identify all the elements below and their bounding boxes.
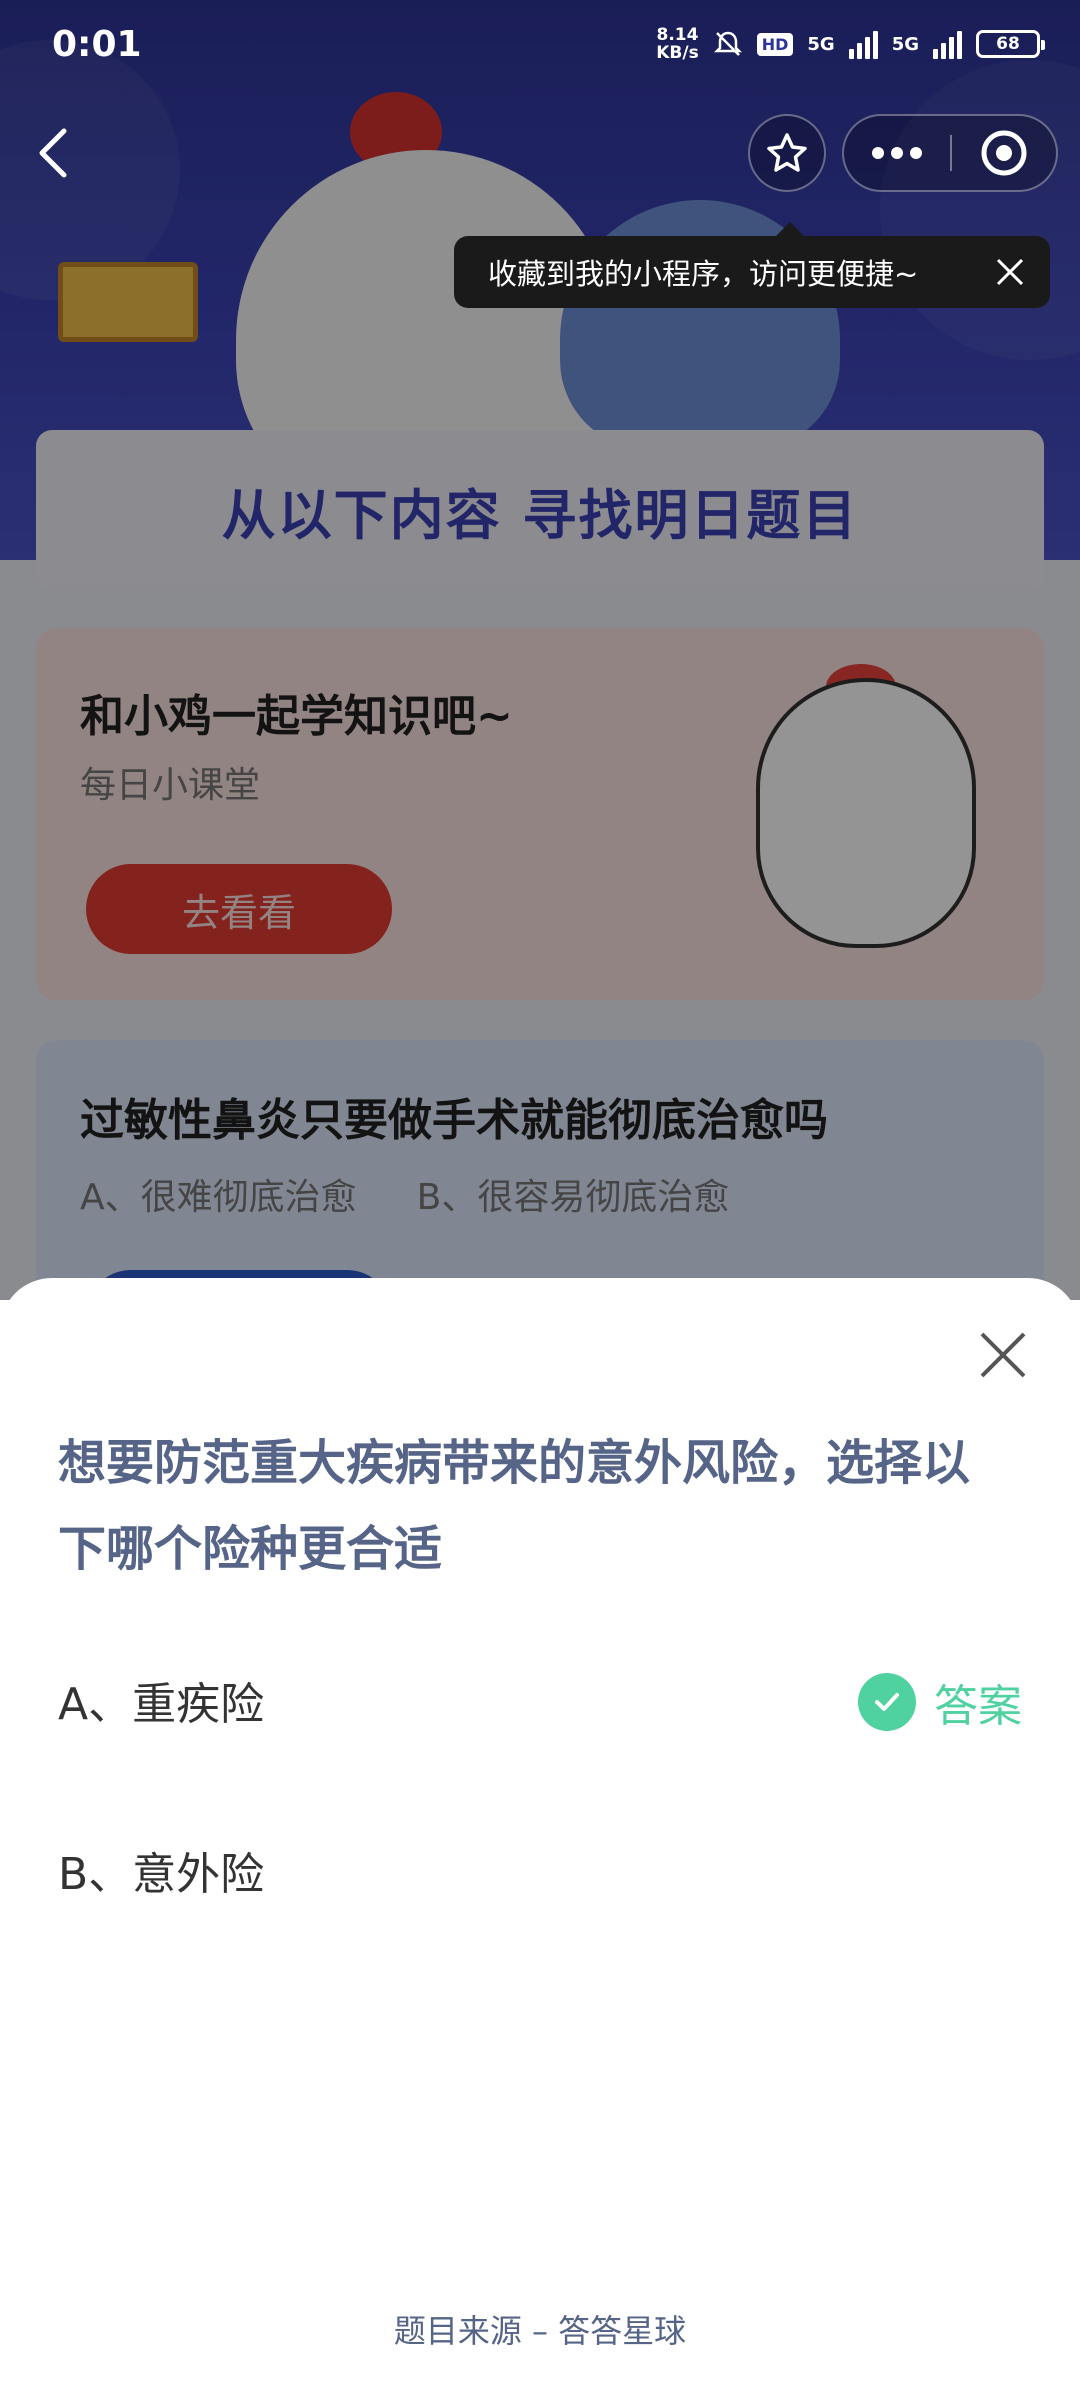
option-b[interactable]: B、意外险 xyxy=(58,1830,1022,1910)
signal-icon xyxy=(848,29,878,59)
option-a[interactable]: A、重疾险 答案 xyxy=(58,1660,1022,1740)
option-a-label: A、重疾险 xyxy=(58,1679,265,1730)
bell-mute-icon xyxy=(713,31,742,56)
more-button[interactable] xyxy=(844,116,950,190)
modal-backdrop[interactable] xyxy=(0,0,1080,1300)
mini-program-capsule xyxy=(842,114,1058,192)
question-source: 题目来源 – 答答星球 xyxy=(393,2312,687,2350)
hd-badge: HD xyxy=(756,32,794,56)
check-icon xyxy=(858,1673,916,1731)
status-icons: 8.14 KB/s HD 5G 5G 68 xyxy=(656,25,1045,63)
back-button[interactable] xyxy=(24,118,80,188)
favorite-button[interactable] xyxy=(748,114,826,192)
answer-badge: 答案 xyxy=(858,1670,1022,1734)
star-icon xyxy=(767,133,807,172)
back-arrow-icon xyxy=(39,128,67,178)
status-bar: 0:01 8.14 KB/s HD 5G 5G 68 xyxy=(0,0,1080,100)
more-dots-icon xyxy=(872,147,922,159)
answer-label: 答案 xyxy=(934,1681,1022,1732)
tooltip-text: 收藏到我的小程序，访问更便捷~ xyxy=(488,257,919,291)
exit-button[interactable] xyxy=(952,116,1056,190)
status-time: 0:01 xyxy=(52,24,142,65)
close-icon[interactable] xyxy=(990,252,1030,292)
target-icon xyxy=(981,130,1027,176)
close-icon[interactable] xyxy=(976,1328,1030,1382)
network-speed: 8.14 KB/s xyxy=(656,25,699,63)
sheet-question-text: 想要防范重大疾病带来的意外风险，选择以下哪个险种更合适 xyxy=(58,1435,971,1577)
network-label-2: 5G xyxy=(891,33,919,55)
network-label-1: 5G xyxy=(807,33,835,55)
favorite-tooltip: 收藏到我的小程序，访问更便捷~ xyxy=(454,222,1050,308)
option-b-label: B、意外险 xyxy=(58,1849,265,1900)
battery-icon: 68 xyxy=(976,30,1045,58)
signal-icon xyxy=(933,29,962,59)
